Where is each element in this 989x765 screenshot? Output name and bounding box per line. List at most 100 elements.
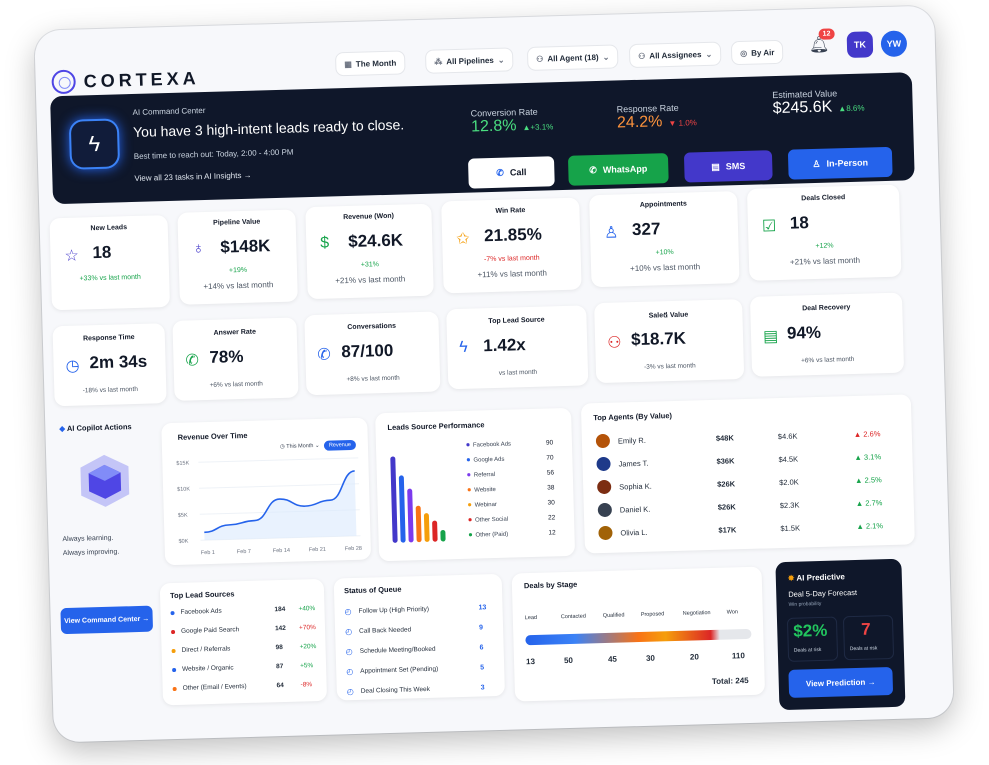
avatar-tk[interactable]: TK	[846, 31, 874, 59]
metric-conversion: Conversion Rate 12.8% ▲+3.1%	[470, 106, 554, 136]
sparkle-icon: ✸	[787, 573, 795, 583]
legend-value: 90	[546, 439, 554, 446]
filter-month[interactable]: ▦ The Month	[334, 50, 406, 77]
stat-title: Top Lead Source	[488, 316, 545, 326]
filter-agents[interactable]: ⚇ All Agent (18) ⌄	[526, 44, 619, 71]
ai-command-center: ϟ AI Command Center You have 3 high-inte…	[50, 72, 915, 205]
stat-card-new-leads: New Leads ☆ 18 +33% vs last month	[49, 215, 171, 311]
stage-value: 110	[731, 651, 745, 661]
hero-headline: You have 3 high-intent leads ready to cl…	[132, 116, 405, 140]
queue-item[interactable]: Deal Closing This Week	[361, 686, 430, 695]
whatsapp-button[interactable]: ✆ WhatsApp	[567, 153, 669, 186]
source-delta: +5%	[299, 662, 314, 670]
bar-webinar	[423, 513, 430, 542]
copilot-line1: Always learning.	[62, 534, 114, 544]
top-sources-title: Top Lead Sources	[169, 589, 235, 601]
revenue-area	[204, 470, 357, 541]
y-tick-label: $0K	[178, 539, 188, 545]
stat-card-deal-recovery: Deal Recovery ▤ 94% +6% vs last month	[749, 292, 905, 377]
chevron-down-icon: ⌄	[705, 49, 713, 59]
bar-facebook-ads	[390, 456, 398, 543]
source-count: 98	[275, 644, 283, 652]
sms-button[interactable]: ▤ SMS	[683, 150, 773, 183]
source-delta: -8%	[300, 681, 313, 689]
stat-card-top-lead-source: Top Lead Source ϟ 1.42x vs last month	[446, 305, 589, 390]
predictive-subtitle: Deal 5-Day Forecast	[788, 587, 858, 599]
queue-item[interactable]: Follow Up (High Priority)	[358, 606, 429, 615]
source-name: Other (Email / Events)	[182, 683, 247, 692]
filter-pipelines[interactable]: ⁂ All Pipelines ⌄	[424, 47, 514, 74]
stat-value: 87/100	[341, 340, 394, 362]
queue-count: 3	[480, 684, 485, 692]
top-agents-card: Top Agents (By Value) Emily R. $48K $4.6K ▲…	[580, 394, 915, 554]
queue-icon: ◴	[346, 687, 354, 697]
notifications-button[interactable]: 🔔︎ 12	[809, 28, 835, 56]
stat-card-response-time: Response Time ◷ 2m 34s -18% vs last month	[52, 323, 167, 407]
view-command-center-button[interactable]: View Command Center →	[60, 605, 154, 635]
stat-title: Response Time	[82, 334, 135, 343]
brand-name: CORTEXA	[83, 67, 200, 91]
agent-name: James T.	[618, 458, 649, 469]
agent-avg: $4.5K	[778, 454, 799, 465]
legend-value: 70	[546, 454, 554, 461]
bar-google-ads	[398, 475, 406, 543]
bullet-dot	[171, 648, 176, 654]
queue-item[interactable]: Schedule Meeting/Booked	[360, 646, 436, 655]
dashboard-frame: CORTEXA ▦ The Month ⁂ All Pipelines ⌄ ⚇ All …	[34, 5, 954, 743]
copilot-line2: Always improving.	[62, 548, 120, 558]
stat-card-answer-rate: Answer Rate ✆ 78% +6% vs last month	[172, 317, 299, 401]
y-tick-label: $15K	[176, 461, 189, 467]
person-icon: ♙	[812, 158, 821, 169]
legend-label: Website	[474, 487, 496, 494]
predictive-risk-label: Deals at risk	[849, 645, 878, 653]
legend-value: 22	[548, 514, 556, 521]
predictive-note: Win probability	[788, 600, 822, 608]
stat-delta: -7% vs last month	[483, 254, 540, 264]
in-person-button[interactable]: ♙ In-Person	[787, 146, 893, 180]
ai-cube-icon	[74, 450, 136, 512]
whatsapp-icon: ✆	[589, 164, 597, 175]
grid-line	[198, 457, 359, 463]
legend-value: 56	[547, 469, 555, 476]
queue-item[interactable]: Call Back Needed	[359, 626, 411, 634]
legend-dot	[468, 518, 472, 522]
stat-value: $18.7K	[630, 328, 687, 350]
avatar-yw[interactable]: YW	[880, 30, 908, 58]
chevron-down-icon: ⌄	[497, 55, 505, 65]
agent-avg: $2.3K	[779, 500, 800, 511]
bar-website	[415, 505, 422, 543]
predictive-risk: 7	[861, 619, 872, 639]
queue-count: 9	[478, 624, 484, 632]
agent-value: $17K	[718, 525, 737, 535]
stat-sub: vs last month	[498, 368, 538, 377]
legend-label: Referral	[474, 472, 496, 479]
filter-by[interactable]: ◎ By Air	[730, 39, 784, 66]
stage-value: 50	[563, 655, 574, 666]
brand-logo[interactable]: CORTEXA	[51, 66, 200, 95]
stat-card-revenue-won-: Revenue (Won) $ $24.6K +31% +21% vs last mon…	[305, 203, 434, 300]
view-prediction-button[interactable]: View Prediction →	[788, 666, 894, 698]
stat-value: 2m 34s	[89, 351, 148, 373]
source-delta: +40%	[298, 605, 316, 613]
stat-title: Appointments	[639, 200, 687, 209]
x-tick-label: Feb 28	[345, 546, 362, 552]
grid-line	[199, 483, 360, 489]
queue-count: 13	[478, 604, 487, 612]
metric-response: Response Rate 24.2% ▼ 1.0%	[616, 102, 697, 132]
document-icon: ▤	[762, 328, 779, 346]
agent-delta: ▲ 2.1%	[856, 521, 884, 531]
legend-dot	[466, 458, 470, 462]
queue-icon: ◴	[345, 647, 353, 657]
stage-value: 30	[645, 653, 656, 663]
call-button[interactable]: ✆ Call	[467, 156, 555, 189]
hero-label: AI Command Center	[132, 105, 206, 117]
filter-assignees[interactable]: ⚇ All Assignees ⌄	[628, 41, 722, 69]
queue-item[interactable]: Appointment Set (Pending)	[360, 666, 438, 675]
hero-insights-link[interactable]: View all 23 tasks in AI Insights →	[134, 171, 251, 183]
source-count: 142	[274, 624, 286, 633]
avatar	[597, 479, 612, 495]
stat-delta: +19%	[228, 266, 248, 275]
legend-label: Other (Paid)	[475, 532, 508, 539]
stat-value: 78%	[209, 346, 244, 367]
y-tick-label: $5K	[178, 513, 188, 519]
